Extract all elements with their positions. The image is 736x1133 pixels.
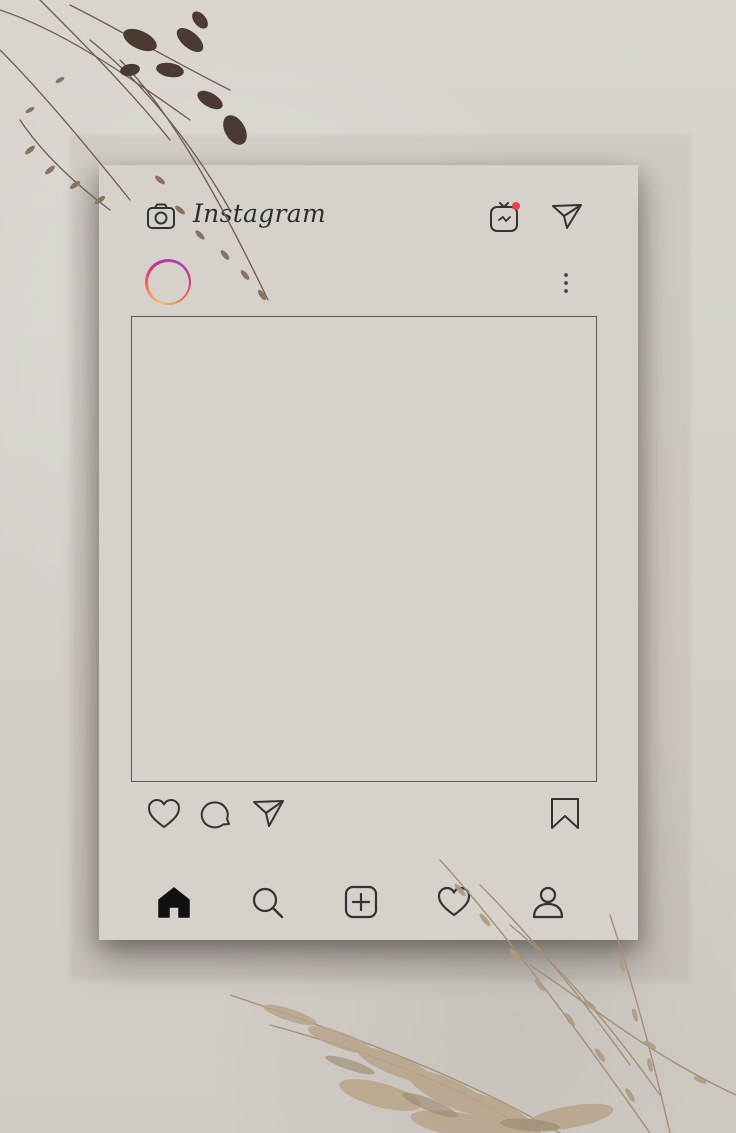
direct-message-icon[interactable]	[550, 201, 584, 231]
camera-icon[interactable]	[145, 201, 177, 233]
share-paper-plane-icon[interactable]	[251, 797, 287, 831]
comment-icon[interactable]	[199, 797, 235, 831]
instagram-wordmark: Instagram	[193, 199, 327, 228]
bottom-navigation	[99, 870, 638, 932]
instagram-post-frame: Instagram	[99, 165, 638, 940]
activity-heart-icon[interactable]	[436, 884, 472, 920]
avatar[interactable]	[145, 259, 191, 305]
add-post-icon[interactable]	[343, 884, 379, 920]
profile-icon[interactable]	[530, 884, 566, 920]
post-image-placeholder[interactable]	[131, 316, 597, 782]
search-icon[interactable]	[249, 884, 285, 920]
like-heart-icon[interactable]	[146, 797, 182, 831]
more-vertical-icon[interactable]	[557, 271, 575, 295]
home-icon[interactable]	[156, 884, 192, 920]
top-bar: Instagram	[99, 165, 638, 250]
bookmark-icon[interactable]	[547, 797, 583, 831]
igtv-icon[interactable]	[488, 200, 522, 234]
